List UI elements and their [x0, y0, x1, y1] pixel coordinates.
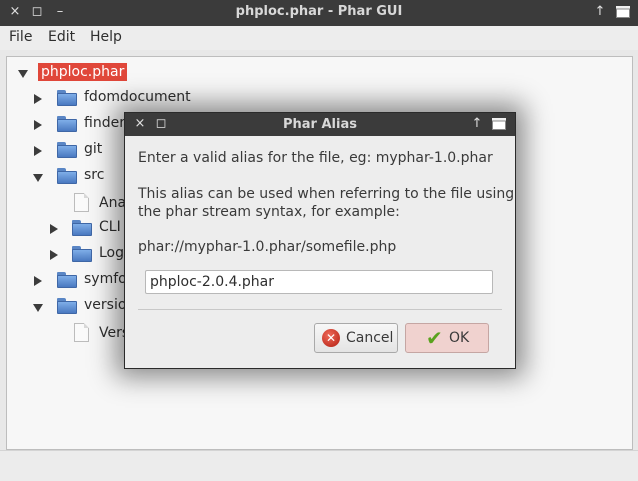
cancel-button-label: Cancel — [346, 330, 394, 346]
collapsed-arrow-icon[interactable] — [50, 250, 58, 260]
file-icon — [74, 323, 89, 342]
tree-item-label: Log — [99, 245, 125, 261]
phar-alias-dialog: × ◻ Phar Alias ↑ Enter a valid alias for… — [124, 112, 516, 369]
dialog-titlebar: × ◻ Phar Alias ↑ — [125, 113, 515, 136]
window-titlebar: × ◻ – phploc.phar - Phar GUI ↑ — [0, 0, 638, 26]
ok-button-label: OK — [449, 330, 470, 346]
dialog-keep-above-icon[interactable]: ↑ — [468, 115, 486, 133]
tree-item-label: versio — [84, 297, 127, 313]
tree-item-label: finder — [84, 115, 125, 131]
tree-item-label: symfo — [84, 271, 127, 287]
menu-edit[interactable]: Edit — [48, 29, 75, 45]
window-restore-icon[interactable] — [614, 3, 632, 21]
tree-root-row[interactable]: phploc.phar — [7, 62, 607, 84]
dialog-info-line2: the phar stream syntax, for example: — [138, 204, 400, 220]
dialog-title: Phar Alias — [283, 117, 357, 132]
tree-item-fdomdocument[interactable]: fdomdocument — [7, 88, 607, 110]
collapsed-arrow-icon[interactable] — [50, 224, 58, 234]
tree-root-label[interactable]: phploc.phar — [38, 63, 128, 81]
tree-item-label: src — [84, 167, 105, 183]
menubar: File Edit Help — [0, 26, 638, 50]
tree-item-label: fdomdocument — [84, 89, 191, 105]
folder-icon — [72, 246, 92, 262]
expand-arrow-icon[interactable] — [18, 70, 28, 78]
cancel-button[interactable]: ✕ Cancel — [314, 323, 398, 353]
status-bar — [0, 450, 638, 481]
menu-file[interactable]: File — [9, 29, 32, 45]
cancel-icon: ✕ — [322, 329, 340, 347]
tree-item-label: git — [84, 141, 103, 157]
window-title: phploc.phar - Phar GUI — [235, 4, 403, 19]
menu-help[interactable]: Help — [90, 29, 122, 45]
keep-above-icon[interactable]: ↑ — [591, 3, 609, 21]
folder-icon — [57, 168, 77, 184]
folder-icon — [57, 116, 77, 132]
tree-item-label: Ana — [99, 195, 127, 211]
tree-item-label: CLI — [99, 219, 121, 235]
checkmark-icon: ✔ — [426, 326, 443, 350]
dialog-separator — [138, 309, 502, 310]
ok-button[interactable]: ✔ OK — [405, 323, 489, 353]
dialog-prompt: Enter a valid alias for the file, eg: my… — [138, 150, 493, 166]
collapsed-arrow-icon[interactable] — [34, 276, 42, 286]
expand-arrow-icon[interactable] — [33, 304, 43, 312]
file-icon — [74, 193, 89, 212]
dialog-info-line1: This alias can be used when referring to… — [138, 186, 515, 202]
folder-icon — [72, 220, 92, 236]
alias-input[interactable] — [145, 270, 493, 294]
folder-icon — [57, 90, 77, 106]
folder-icon — [57, 142, 77, 158]
dialog-restore-icon[interactable] — [490, 115, 508, 133]
collapsed-arrow-icon[interactable] — [34, 120, 42, 130]
expand-arrow-icon[interactable] — [33, 174, 43, 182]
dialog-example: phar://myphar-1.0.phar/somefile.php — [138, 239, 397, 255]
collapsed-arrow-icon[interactable] — [34, 94, 42, 104]
folder-icon — [57, 272, 77, 288]
folder-icon — [57, 298, 77, 314]
collapsed-arrow-icon[interactable] — [34, 146, 42, 156]
